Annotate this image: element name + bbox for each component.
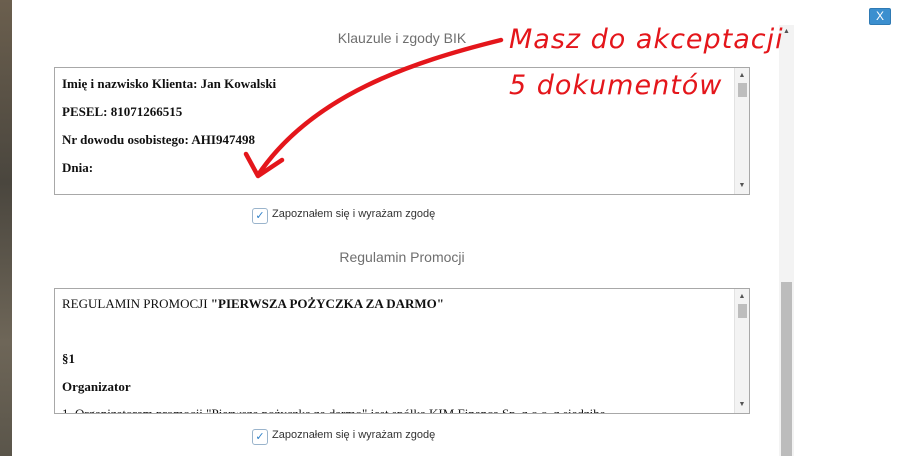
page-backdrop-right (893, 0, 900, 456)
consent-modal: Klauzule i zgody BIK Imię i nazwisko Kli… (12, 0, 893, 456)
page-backdrop (0, 0, 12, 456)
annotation-arrow-icon (243, 37, 504, 179)
